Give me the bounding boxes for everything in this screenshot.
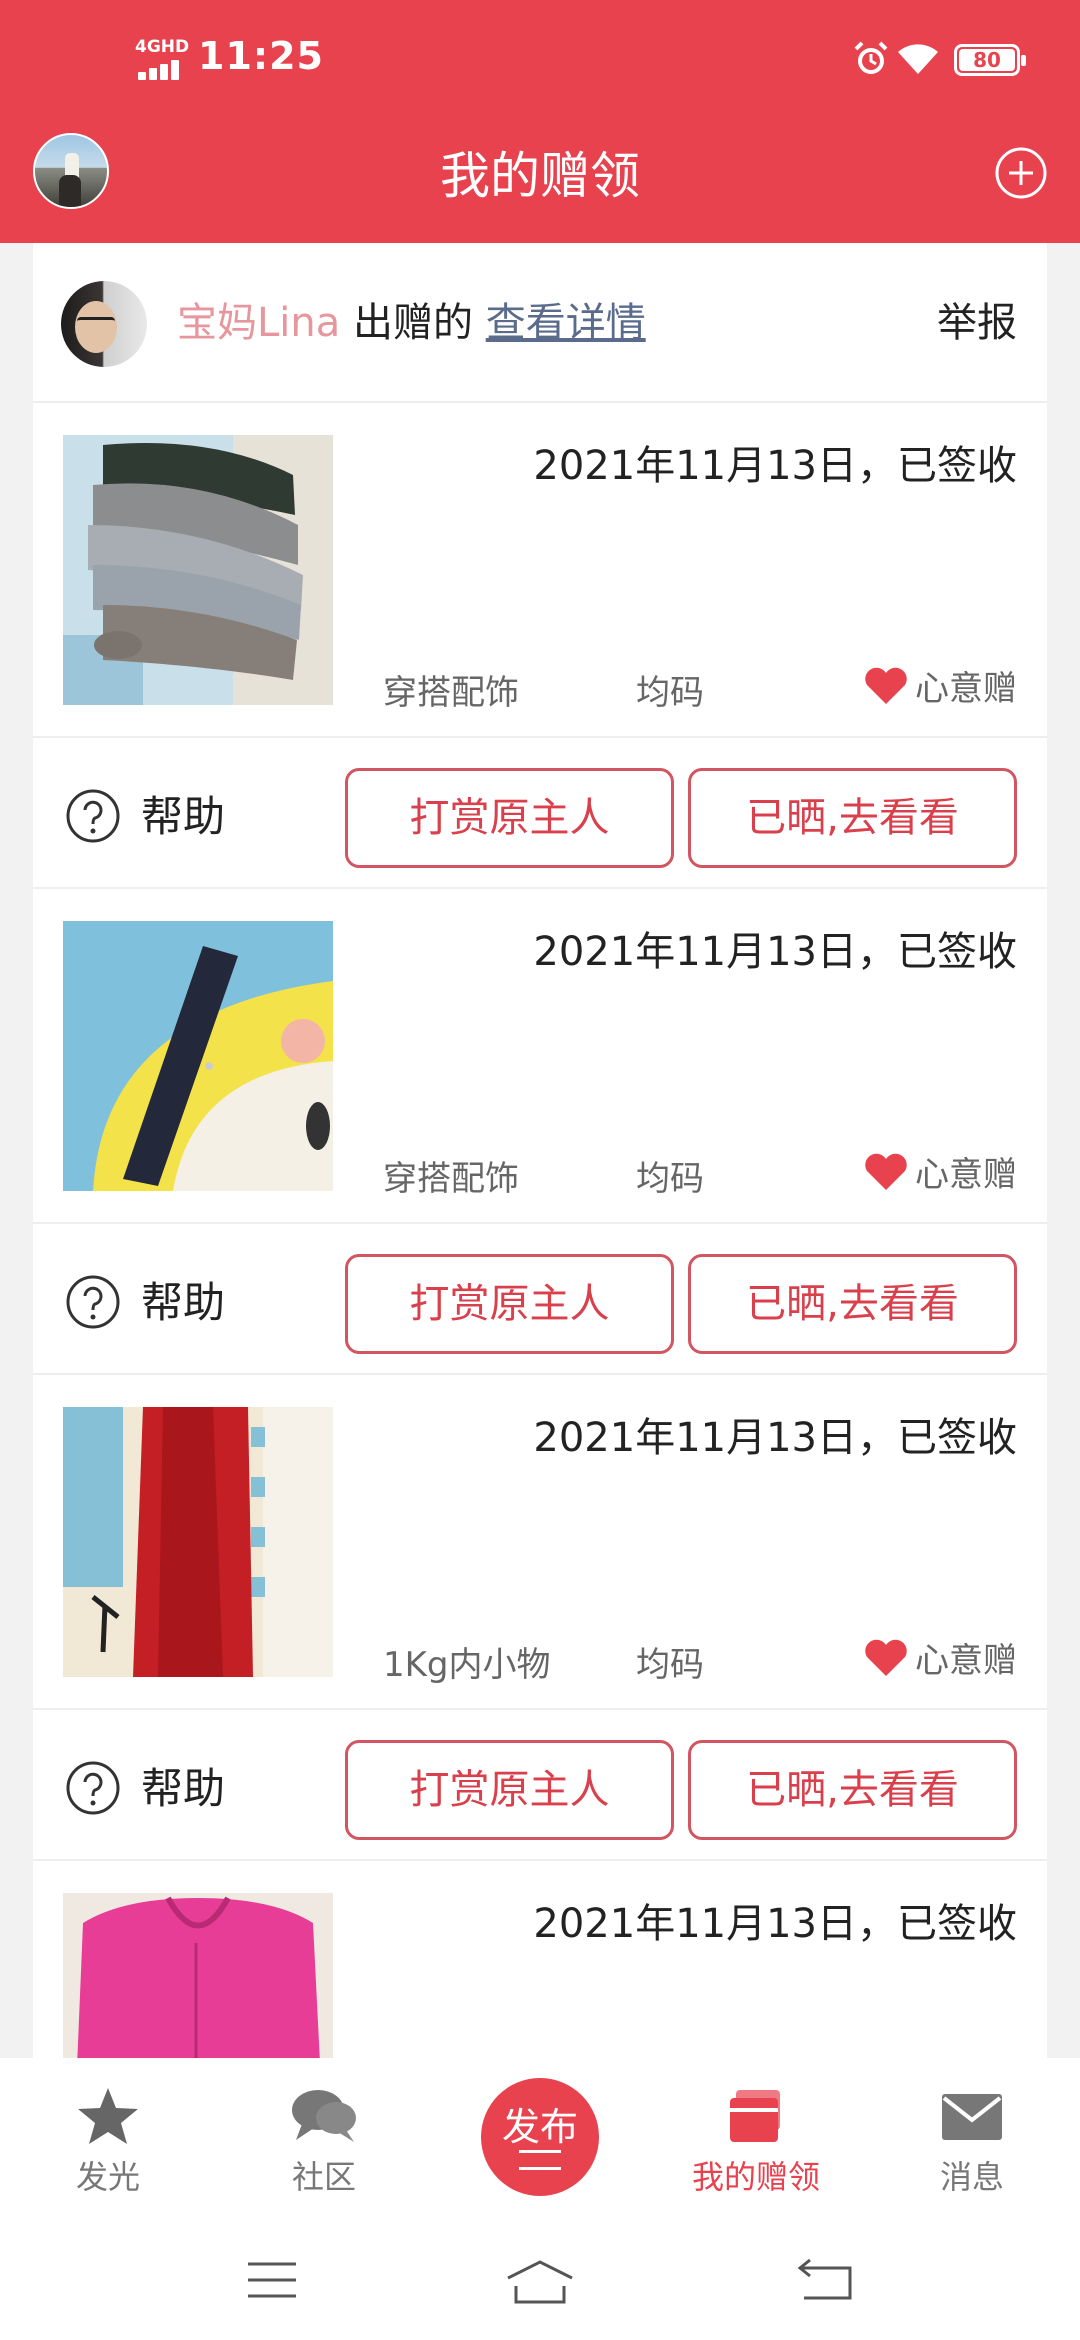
star-icon xyxy=(78,2088,138,2144)
help-icon[interactable] xyxy=(65,1760,121,1816)
tab-my-gifts[interactable]: 我的赠领 xyxy=(686,2086,826,2198)
item-photo[interactable] xyxy=(63,921,333,1191)
item-size: 均码 xyxy=(636,1645,704,1685)
tab-label: 发光 xyxy=(75,2158,140,2196)
item-date: 2021年11月13日，已签收 xyxy=(533,1415,1017,1461)
gift-tag: 心意赠 xyxy=(863,1147,1017,1196)
item-date: 2021年11月13日，已签收 xyxy=(533,1901,1017,1947)
tab-community[interactable]: 社区 xyxy=(254,2086,394,2198)
help-label[interactable]: 帮助 xyxy=(141,1755,225,1816)
network-type: 4GHD xyxy=(135,37,190,57)
tab-label: 社区 xyxy=(291,2158,356,2196)
publish-label: 发布 xyxy=(501,2105,578,2149)
list-item: 2021年11月13日，已签收 1Kg内小物 均码 心意赠 帮助 打赏原主人 已… xyxy=(33,1375,1047,1861)
tab-shine[interactable]: 发光 xyxy=(38,2086,178,2198)
gift-tag: 心意赠 xyxy=(863,1633,1017,1682)
view-share-button[interactable]: 已晒,去看看 xyxy=(688,768,1017,868)
help-label[interactable]: 帮助 xyxy=(141,1269,225,1330)
alarm-icon xyxy=(854,41,888,74)
page-title: 我的赠领 xyxy=(440,147,640,205)
item-photo[interactable] xyxy=(63,435,333,705)
top-bar: 4GHD 11:25 80 我的赠领 xyxy=(0,0,1080,243)
battery-level: 80 xyxy=(959,49,1015,71)
heart-icon xyxy=(865,1153,907,1190)
item-actions: 帮助 打赏原主人 已晒,去看看 xyxy=(33,738,1047,889)
gift-book-icon xyxy=(730,2090,780,2142)
giver-line: 宝妈Lina 出赠的 查看详情 xyxy=(177,295,646,351)
report-button[interactable]: 举报 xyxy=(937,295,1017,351)
back-icon[interactable] xyxy=(796,2258,856,2302)
wifi-icon xyxy=(898,44,938,74)
reward-owner-button[interactable]: 打赏原主人 xyxy=(345,1254,674,1354)
view-share-button[interactable]: 已晒,去看看 xyxy=(688,1254,1017,1354)
list-item: 2021年11月13日，已签收 xyxy=(33,1861,1047,2058)
gift-tag-label: 心意赠 xyxy=(915,1155,1017,1195)
item-actions: 帮助 打赏原主人 已晒,去看看 xyxy=(33,1224,1047,1375)
signal-icon xyxy=(138,58,190,80)
giver-suffix: 出赠的 xyxy=(340,300,486,346)
publish-button[interactable]: 发布 xyxy=(481,2078,599,2196)
heart-icon xyxy=(865,1639,907,1676)
envelope-icon xyxy=(942,2094,1002,2140)
item-date: 2021年11月13日，已签收 xyxy=(533,443,1017,489)
item-category: 1Kg内小物 xyxy=(383,1645,551,1685)
item-category: 穿搭配饰 xyxy=(383,1159,519,1199)
tab-label: 我的赠领 xyxy=(691,2158,820,2196)
view-details-link[interactable]: 查看详情 xyxy=(486,300,646,346)
tab-label: 消息 xyxy=(939,2158,1004,2196)
gift-list: 宝妈Lina 出赠的 查看详情 举报 2021年11月13日，已签收 穿搭配饰 … xyxy=(33,243,1047,2058)
view-share-button[interactable]: 已晒,去看看 xyxy=(688,1740,1017,1840)
item-size: 均码 xyxy=(636,673,704,713)
status-time: 11:25 xyxy=(198,34,324,78)
chat-bubbles-icon xyxy=(292,2090,356,2142)
reward-owner-button[interactable]: 打赏原主人 xyxy=(345,768,674,868)
bottom-nav: 发光 社区 发布 我的赠领 消息 xyxy=(0,2058,1080,2218)
gift-tag-label: 心意赠 xyxy=(915,669,1017,709)
status-bar: 4GHD 11:25 80 xyxy=(0,0,1080,120)
item-summary[interactable]: 2021年11月13日，已签收 xyxy=(33,1861,1047,2058)
item-summary[interactable]: 2021年11月13日，已签收 穿搭配饰 均码 心意赠 xyxy=(33,889,1047,1224)
item-actions: 帮助 打赏原主人 已晒,去看看 xyxy=(33,1710,1047,1861)
list-item: 2021年11月13日，已签收 穿搭配饰 均码 心意赠 帮助 打赏原主人 已晒,… xyxy=(33,889,1047,1375)
publish-icon xyxy=(519,2150,561,2170)
item-size: 均码 xyxy=(636,1159,704,1199)
system-nav xyxy=(0,2218,1080,2340)
list-item: 2021年11月13日，已签收 穿搭配饰 均码 心意赠 帮助 打赏原主人 已晒,… xyxy=(33,403,1047,889)
giver-row: 宝妈Lina 出赠的 查看详情 举报 xyxy=(33,243,1047,403)
heart-icon xyxy=(865,667,907,704)
giver-name[interactable]: 宝妈Lina xyxy=(177,300,340,346)
tab-messages[interactable]: 消息 xyxy=(902,2086,1042,2198)
giver-avatar[interactable] xyxy=(61,281,147,367)
battery-icon: 80 xyxy=(954,44,1026,76)
gift-tag-label: 心意赠 xyxy=(915,1641,1017,1681)
reward-owner-button[interactable]: 打赏原主人 xyxy=(345,1740,674,1840)
item-photo[interactable] xyxy=(63,1407,333,1677)
item-category: 穿搭配饰 xyxy=(383,673,519,713)
plus-circle-icon[interactable] xyxy=(994,146,1048,200)
item-summary[interactable]: 2021年11月13日，已签收 穿搭配饰 均码 心意赠 xyxy=(33,403,1047,738)
gift-tag: 心意赠 xyxy=(863,661,1017,710)
help-icon[interactable] xyxy=(65,788,121,844)
menu-icon[interactable] xyxy=(244,2258,300,2302)
item-date: 2021年11月13日，已签收 xyxy=(533,929,1017,975)
home-icon[interactable] xyxy=(504,2258,576,2304)
item-photo[interactable] xyxy=(63,1893,333,2058)
item-summary[interactable]: 2021年11月13日，已签收 1Kg内小物 均码 心意赠 xyxy=(33,1375,1047,1710)
help-label[interactable]: 帮助 xyxy=(141,783,225,844)
help-icon[interactable] xyxy=(65,1274,121,1330)
